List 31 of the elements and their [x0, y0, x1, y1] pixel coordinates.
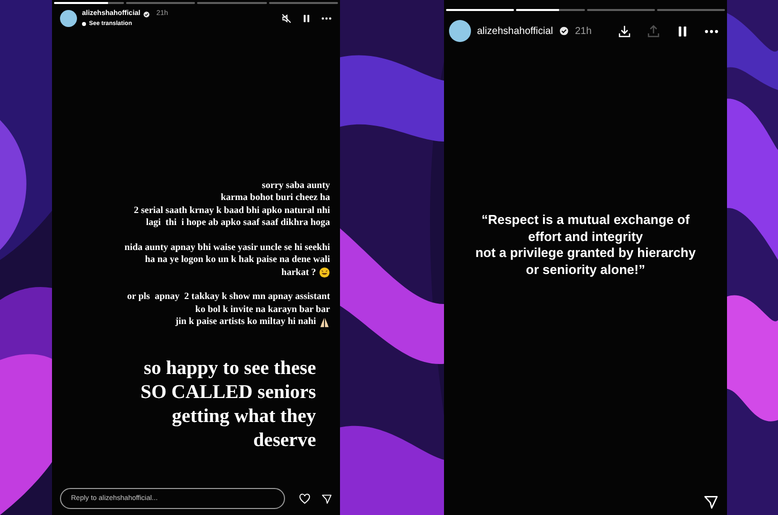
quote-text: “Respect is a mutual exchange of	[481, 212, 690, 228]
username[interactable]: alizehshahofficial	[477, 24, 553, 38]
timestamp: 21h	[574, 24, 592, 38]
send-icon[interactable]	[320, 492, 332, 504]
laughing-emoji-icon	[319, 267, 330, 278]
avatar[interactable]	[60, 10, 77, 28]
quote-text: not a privilege granted by hierarchy	[475, 245, 696, 262]
story-text: ko bol k invite na karayn bar bar	[195, 304, 330, 316]
send-icon[interactable]	[703, 494, 719, 510]
story-text: karma bohot buri cheez ha	[220, 192, 330, 204]
headline-text: so happy to see these	[144, 356, 316, 380]
story-text: sorry saba aunty	[262, 180, 330, 192]
headline-text: getting what they	[172, 404, 316, 428]
heart-icon[interactable]	[299, 492, 311, 504]
story-text: lagi thi i hope ab apko saaf saaf dikhra hoga	[146, 217, 330, 230]
pause-icon[interactable]	[301, 13, 312, 24]
headline-text: SO CALLED seniors	[140, 380, 316, 404]
story-text: ha na ye logon ko un k hak paise na dene wali	[144, 254, 330, 266]
story-text: harkat ?	[281, 266, 316, 279]
story-text: or pls apnay 2 takkay k show mn apnay assistant	[127, 291, 330, 304]
praying-hands-icon	[319, 316, 330, 328]
dot-icon	[82, 22, 86, 26]
story-text: 2 serial saath krnay k baad bhi apko natural nhi	[134, 204, 330, 217]
muted-speaker-icon[interactable]	[281, 13, 292, 24]
quote-text: effort and integrity	[528, 228, 643, 245]
download-icon[interactable]	[617, 24, 632, 38]
story-text: jin k paise artists ko miltay hi nahi	[175, 316, 316, 328]
story-text: nida aunty apnay bhi waise yasir uncle se hi seekhi	[124, 242, 330, 254]
avatar[interactable]	[449, 20, 471, 42]
headline-text: deserve	[253, 428, 316, 452]
quote-text: or seniority alone!”	[526, 262, 646, 278]
